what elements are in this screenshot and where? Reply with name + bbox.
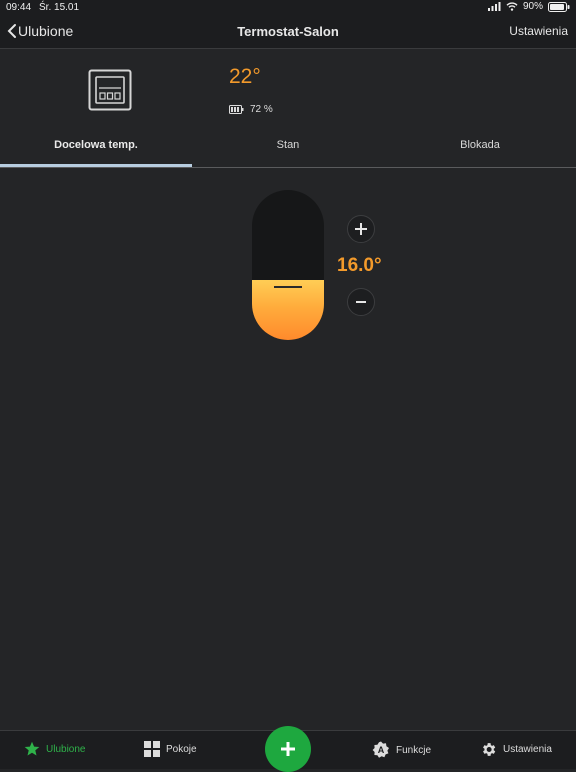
tab-status[interactable]: Stan bbox=[192, 129, 384, 165]
tab-target-temp[interactable]: Docelowa temp. bbox=[0, 129, 192, 167]
increase-temp-button[interactable] bbox=[347, 215, 375, 243]
bottom-nav-functions[interactable]: A Funkcje bbox=[372, 741, 431, 759]
bottom-nav-favorites[interactable]: Ulubione bbox=[24, 741, 85, 757]
status-time: 09:44 bbox=[6, 2, 32, 13]
page-title: Termostat-Salon bbox=[237, 24, 339, 39]
device-battery: 72 % bbox=[229, 104, 273, 115]
status-bar: 09:44 Śr. 15.01 90% bbox=[0, 0, 576, 16]
bottom-nav-settings-label: Ustawienia bbox=[503, 744, 552, 755]
bottom-nav-favorites-label: Ulubione bbox=[46, 743, 86, 755]
setpoint-value: 16.0° bbox=[337, 255, 382, 276]
bottom-nav-rooms[interactable]: Pokoje bbox=[144, 741, 197, 757]
current-temperature: 22° bbox=[229, 65, 261, 88]
wifi-icon bbox=[506, 2, 518, 11]
grid-icon bbox=[144, 741, 160, 757]
settings-button[interactable]: Ustawienia bbox=[509, 24, 568, 38]
slider-fill bbox=[252, 280, 324, 340]
battery-small-icon bbox=[229, 105, 244, 114]
svg-text:A: A bbox=[378, 745, 385, 755]
slider-handle[interactable] bbox=[274, 286, 302, 288]
signal-icon bbox=[487, 2, 501, 11]
bottom-nav-rooms-label: Pokoje bbox=[166, 743, 197, 755]
bottom-nav-functions-label: Funkcje bbox=[396, 744, 432, 756]
decrease-temp-button[interactable] bbox=[347, 288, 375, 316]
minus-icon bbox=[356, 301, 366, 303]
add-button[interactable] bbox=[265, 726, 311, 772]
plus-icon bbox=[281, 742, 295, 756]
nav-bar: Ulubione Termostat-Salon Ustawienia bbox=[0, 16, 576, 49]
temperature-slider[interactable] bbox=[252, 190, 324, 340]
status-date: Śr. 15.01 bbox=[39, 2, 80, 13]
thermostat-device-icon bbox=[88, 69, 132, 111]
functions-a-icon: A bbox=[372, 741, 389, 758]
gear-icon bbox=[483, 743, 496, 756]
plus-icon bbox=[355, 223, 367, 235]
status-right: 90% bbox=[487, 1, 570, 12]
tab-lock[interactable]: Blokada bbox=[384, 129, 576, 165]
star-icon bbox=[24, 741, 40, 756]
status-battery-text: 90% bbox=[522, 1, 543, 12]
tab-bar: Docelowa temp. Stan Blokada bbox=[0, 129, 576, 168]
battery-icon bbox=[548, 1, 570, 12]
bottom-nav-settings[interactable]: Ustawienia bbox=[480, 741, 552, 758]
device-header: 22° 72 % bbox=[0, 49, 576, 129]
device-battery-text: 72 % bbox=[250, 104, 273, 115]
